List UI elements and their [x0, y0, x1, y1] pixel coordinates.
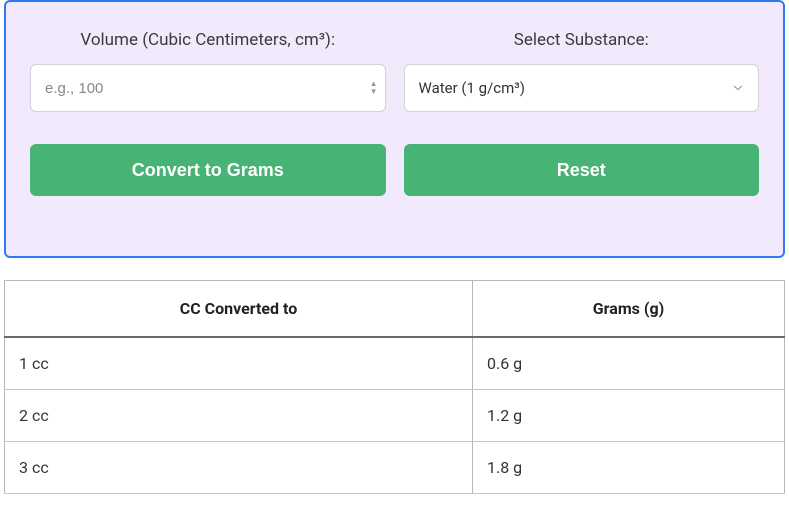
cell-cc: 2 cc: [5, 390, 473, 442]
table-row: 2 cc1.2 g: [5, 390, 785, 442]
col-header-cc: CC Converted to: [5, 281, 473, 338]
cell-grams: 0.6 g: [473, 337, 785, 390]
convert-button[interactable]: Convert to Grams: [30, 144, 386, 196]
cell-cc: 3 cc: [5, 442, 473, 494]
volume-label: Volume (Cubic Centimeters, cm³):: [30, 30, 386, 50]
substance-select[interactable]: Water (1 g/cm³): [404, 64, 760, 112]
cell-grams: 1.8 g: [473, 442, 785, 494]
cell-grams: 1.2 g: [473, 390, 785, 442]
substance-label: Select Substance:: [404, 30, 760, 50]
volume-input[interactable]: [30, 64, 386, 112]
col-header-grams: Grams (g): [473, 281, 785, 338]
substance-selected-value: Water (1 g/cm³): [419, 79, 526, 97]
cell-cc: 1 cc: [5, 337, 473, 390]
conversion-table: CC Converted to Grams (g) 1 cc0.6 g2 cc1…: [4, 280, 785, 494]
reset-button[interactable]: Reset: [404, 144, 760, 196]
table-row: 3 cc1.8 g: [5, 442, 785, 494]
table-row: 1 cc0.6 g: [5, 337, 785, 390]
converter-panel: Volume (Cubic Centimeters, cm³): ▲▼ Sele…: [4, 0, 785, 258]
